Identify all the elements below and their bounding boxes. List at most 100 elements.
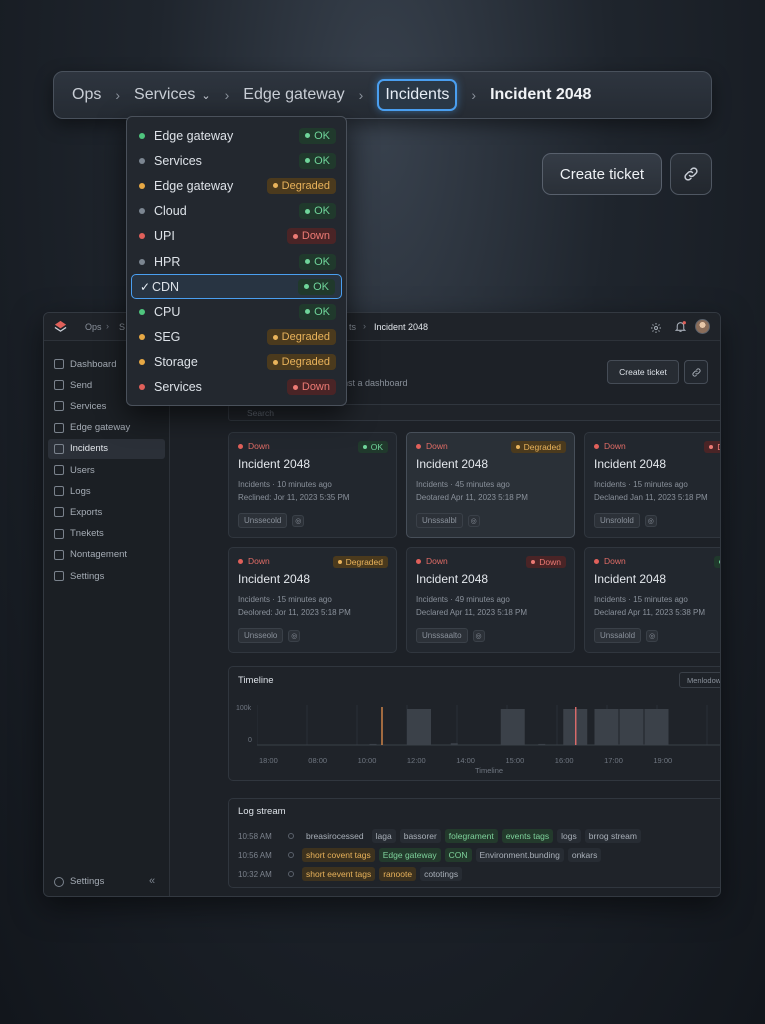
- log-tag[interactable]: bassorer: [399, 829, 441, 843]
- dropdown-item[interactable]: CPU OK: [127, 299, 346, 324]
- assignee-chip[interactable]: Unssalold: [594, 628, 642, 643]
- incident-card[interactable]: Down Degraded Incident 2048 Incidents · 15 …: [228, 547, 397, 653]
- user-icon[interactable]: ◎: [644, 514, 657, 527]
- status-dot: [305, 133, 311, 139]
- incident-card[interactable]: Down Degraded Incident 2048 Incidents · 45 …: [406, 432, 575, 538]
- dropdown-item[interactable]: UPI Down: [127, 224, 346, 249]
- user-icon[interactable]: ◎: [467, 514, 480, 527]
- sidebar-item-incidents[interactable]: Incidents: [48, 438, 165, 459]
- breadcrumb-ops[interactable]: Ops: [72, 86, 101, 104]
- card-meta: Incidents · 15 minutes ago: [594, 480, 688, 489]
- breadcrumb-incidents[interactable]: Incidents: [377, 79, 458, 111]
- dropdown-item[interactable]: Services Down: [127, 375, 346, 400]
- incident-card[interactable]: Down Down Incident 2048 Incidents · 49 minu…: [406, 547, 575, 653]
- x-tick-label: 14:00: [456, 756, 475, 765]
- log-tag[interactable]: Edge gateway: [378, 848, 441, 862]
- app-create-ticket-button[interactable]: Create ticket: [607, 360, 679, 384]
- card-title: Incident 2048: [416, 457, 489, 471]
- sidebar-item-icon: [54, 486, 64, 497]
- log-row: 10:58 AM breasirocessed laga bassorer folegr…: [238, 829, 645, 843]
- log-tag[interactable]: folegrament: [444, 829, 498, 843]
- user-icon[interactable]: ◎: [288, 629, 301, 642]
- card-meta: Incidents · 15 minutes ago: [238, 595, 332, 604]
- sidebar-item-nontagement[interactable]: Nontagement: [48, 545, 165, 565]
- log-tag[interactable]: ranoote: [379, 867, 417, 881]
- dropdown-item[interactable]: ✓ CDN OK: [131, 274, 342, 300]
- log-tag[interactable]: Environment.bunding: [475, 848, 564, 862]
- app-breadcrumb-incidents[interactable]: ts: [349, 322, 356, 332]
- status-badge: Down: [704, 441, 720, 453]
- status-dot: [139, 258, 145, 265]
- bell-icon[interactable]: [674, 320, 687, 338]
- create-ticket-button[interactable]: Create ticket: [542, 153, 662, 195]
- sidebar-item-exports[interactable]: Exports: [48, 502, 165, 522]
- assignee-chip[interactable]: Unsseolo: [238, 628, 284, 643]
- dropdown-item-label: UPI: [154, 229, 175, 244]
- dropdown-item[interactable]: Services OK: [127, 148, 346, 173]
- incident-card[interactable]: Down OK Incident 2048 Incidents · 10 minute…: [228, 432, 397, 538]
- log-tag[interactable]: onkars: [567, 848, 602, 862]
- log-tag[interactable]: short eevent tags: [302, 867, 376, 881]
- user-icon[interactable]: ◎: [646, 629, 659, 642]
- status-dot: [272, 359, 278, 365]
- sidebar-item-label: Logs: [70, 485, 91, 497]
- x-tick-label: 17:00: [604, 756, 623, 765]
- sidebar-item-users[interactable]: Users: [48, 460, 165, 480]
- dropdown-item[interactable]: Edge gateway Degraded: [127, 173, 346, 198]
- app-breadcrumb-ops[interactable]: Ops: [85, 322, 102, 332]
- app-breadcrumb-services[interactable]: S: [119, 322, 125, 332]
- sidebar-item-label: Exports: [70, 506, 103, 518]
- sidebar-item-icon: [54, 549, 64, 560]
- breadcrumb-services[interactable]: Services ⌄: [134, 86, 211, 104]
- card-meta: Incidents · 45 minutes ago: [416, 480, 510, 489]
- search-placeholder: Search: [247, 407, 274, 418]
- status-dot: [515, 445, 520, 449]
- timeline-range-dropdown[interactable]: Menlodown⌄: [679, 672, 720, 688]
- log-timestamp: 10:56 AM: [238, 850, 272, 860]
- log-tag[interactable]: brrog stream: [584, 829, 641, 843]
- status-badge: Degraded: [266, 329, 336, 346]
- dropdown-item[interactable]: SEG Degraded: [127, 325, 346, 350]
- incident-card[interactable]: Down OK Incident 2048 Incidents · 15 minute…: [584, 547, 720, 653]
- sidebar-item-edge-gateway[interactable]: Edge gateway: [48, 418, 165, 438]
- sidebar-item-settings[interactable]: Settings: [48, 566, 165, 586]
- assignee-chip[interactable]: Unsssalbl: [416, 513, 463, 528]
- assignee-chip[interactable]: Unssecold: [238, 513, 288, 528]
- dropdown-item[interactable]: Edge gateway OK: [127, 123, 346, 148]
- log-tag[interactable]: short covent tags: [302, 848, 375, 862]
- assignee-chip[interactable]: Unsrolold: [594, 513, 640, 528]
- breadcrumb-edge-gateway[interactable]: Edge gateway: [243, 86, 344, 104]
- avatar[interactable]: [695, 319, 710, 334]
- search-field[interactable]: Search: [228, 404, 720, 421]
- status-dot: [304, 284, 310, 290]
- collapse-sidebar-icon[interactable]: «: [149, 875, 155, 887]
- status-dot: [709, 445, 714, 449]
- card-title: Incident 2048: [594, 572, 667, 586]
- sidebar-item-tnekets[interactable]: Tnekets: [48, 524, 165, 544]
- gear-icon[interactable]: [650, 321, 662, 339]
- dropdown-item[interactable]: Cloud OK: [127, 199, 346, 224]
- sidebar-item-logs[interactable]: Logs: [48, 481, 165, 501]
- dropdown-item-label: Edge gateway: [154, 178, 234, 193]
- status-dot: [139, 208, 145, 215]
- log-tag[interactable]: cototings: [420, 867, 463, 881]
- log-tag[interactable]: logs: [557, 829, 581, 843]
- incident-card[interactable]: Down Down Incident 2048 Incidents · 15 minu…: [584, 432, 720, 538]
- app-copy-link-button[interactable]: [684, 360, 708, 384]
- dropdown-item[interactable]: Storage Degraded: [127, 350, 346, 375]
- dropdown-item-label: Storage: [154, 355, 198, 370]
- copy-link-button[interactable]: [670, 153, 712, 195]
- log-tag[interactable]: breasirocessed: [302, 829, 368, 843]
- card-declared: Declared Apr 11, 2023 5:18 PM: [416, 608, 528, 617]
- sidebar-item-icon: [54, 380, 64, 391]
- user-icon[interactable]: ◎: [472, 629, 485, 642]
- card-declared: Declaned Jan 11, 2023 5:18 PM: [594, 493, 708, 502]
- user-icon[interactable]: ◎: [292, 514, 305, 527]
- sidebar-footer-settings[interactable]: Settings: [54, 876, 104, 887]
- assignee-chip[interactable]: Unsssaalto: [416, 628, 468, 643]
- log-tag[interactable]: CON: [444, 848, 472, 862]
- log-tag[interactable]: events tags: [501, 829, 554, 843]
- dropdown-item[interactable]: HPR OK: [127, 249, 346, 274]
- log-tag[interactable]: laga: [371, 829, 396, 843]
- status-badge-label: Down: [301, 230, 330, 243]
